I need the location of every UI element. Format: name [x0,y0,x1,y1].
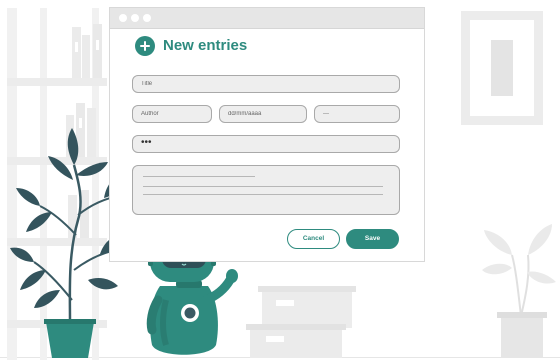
window-dot-2[interactable] [131,14,139,22]
notes-text-line [143,186,383,187]
green-pot [46,322,94,358]
picture-frame [461,11,543,125]
password-dots: ••• [141,137,152,148]
cancel-button[interactable]: Cancel [287,229,340,249]
storage-boxes [246,286,356,358]
title-input[interactable] [132,75,400,93]
form-title: New entries [163,37,248,54]
category-select[interactable]: --- [314,105,400,123]
author-input[interactable] [132,105,212,123]
bookshelf [7,8,107,360]
plus-circle-icon [135,36,155,56]
notes-textarea[interactable] [132,165,400,215]
window-titlebar [110,8,424,29]
new-entries-window: New entries --- ••• Cancel Save [109,7,425,262]
notes-text-line [143,176,255,177]
window-dot-3[interactable] [143,14,151,22]
window-dot-1[interactable] [119,14,127,22]
notes-text-line [143,194,383,195]
password-input[interactable]: ••• [132,135,400,153]
grey-plant [482,224,556,358]
date-input[interactable] [219,105,307,123]
category-select-value: --- [323,111,329,117]
save-button[interactable]: Save [346,229,399,249]
